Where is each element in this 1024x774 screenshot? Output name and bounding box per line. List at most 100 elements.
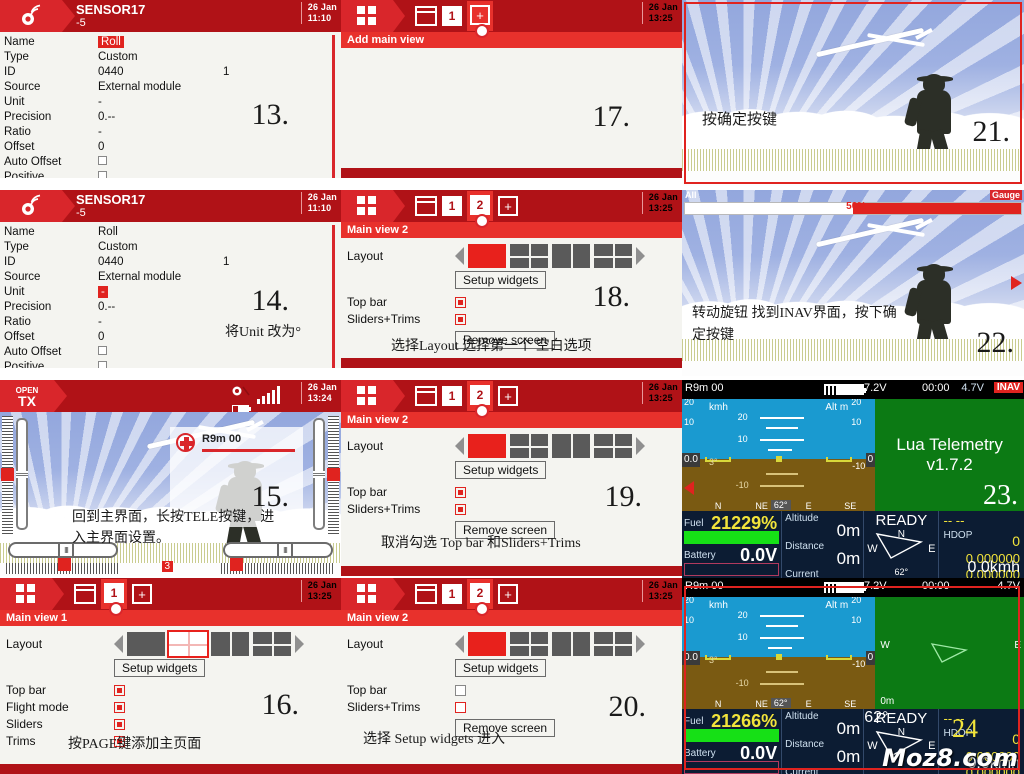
top-bar-checkbox[interactable] — [455, 685, 466, 696]
layout-picker[interactable] — [455, 632, 645, 656]
field-value[interactable]: External module — [98, 270, 223, 285]
flight-mode-checkbox[interactable] — [114, 702, 125, 713]
theme-icon[interactable] — [415, 196, 437, 216]
field-row[interactable]: Unit - — [4, 95, 341, 110]
layout-next-arrow-icon[interactable] — [636, 247, 645, 265]
field-row[interactable]: Positive — [4, 170, 341, 178]
field-value[interactable]: 0440 — [98, 255, 223, 270]
layout-next-arrow-icon[interactable] — [636, 437, 645, 455]
add-screen-button[interactable]: + — [498, 584, 518, 604]
layout-picker[interactable] — [455, 244, 645, 268]
field-row[interactable]: ID 0440 1 — [4, 255, 341, 270]
field-row[interactable]: Name Roll — [4, 35, 341, 50]
field-row[interactable]: Offset 0 — [4, 140, 341, 155]
positive-checkbox[interactable] — [98, 361, 107, 368]
sliders-trims-checkbox[interactable] — [455, 702, 466, 713]
layout-option-2col[interactable] — [552, 632, 590, 656]
layout-option-blank[interactable] — [127, 632, 165, 656]
field-row[interactable]: Type Custom — [4, 50, 341, 65]
field-row[interactable]: Name Roll — [4, 225, 341, 240]
field-row[interactable]: Source External module — [4, 270, 341, 285]
layout-next-arrow-icon[interactable] — [636, 635, 645, 653]
tab-screen-1[interactable]: 1 — [442, 386, 462, 406]
field-row[interactable]: Ratio - — [4, 125, 341, 140]
field-value[interactable]: Roll — [98, 225, 223, 240]
top-bar-checkbox[interactable] — [455, 297, 466, 308]
field-row[interactable]: ID 0440 1 — [4, 65, 341, 80]
setup-widgets-button[interactable]: Setup widgets — [455, 271, 547, 289]
next-widget-arrow-icon[interactable] — [1011, 275, 1022, 290]
left-slider-marker[interactable] — [58, 558, 71, 571]
theme-icon[interactable] — [415, 6, 437, 26]
layout-option-grid[interactable] — [594, 434, 632, 458]
layout-next-arrow-icon[interactable] — [295, 635, 304, 653]
field-value[interactable]: - — [98, 315, 223, 330]
field-value[interactable]: - — [98, 95, 223, 110]
layout-option-2col[interactable] — [211, 632, 249, 656]
field-extra[interactable]: 1 — [223, 65, 263, 80]
field-value[interactable]: External module — [98, 80, 223, 95]
layout-option-blank[interactable] — [468, 434, 506, 458]
vertical-scrollbar[interactable] — [332, 35, 335, 178]
setup-widgets-button[interactable]: Setup widgets — [455, 461, 547, 479]
tab-screen-2-selected[interactable]: 2 — [467, 381, 493, 418]
tab-screen-2-selected[interactable]: 2 — [467, 191, 493, 228]
layout-option-2x2[interactable] — [510, 244, 548, 268]
field-row[interactable]: Source External module — [4, 80, 341, 95]
layout-option-grid[interactable] — [594, 632, 632, 656]
layout-option-blank[interactable] — [468, 244, 506, 268]
sliders-trims-checkbox[interactable] — [455, 314, 466, 325]
field-row[interactable]: Precision 0.-- — [4, 110, 341, 125]
left-trim-handle[interactable] — [16, 471, 28, 478]
auto-offset-checkbox[interactable] — [98, 346, 107, 355]
layout-option-2x2-selected[interactable] — [167, 630, 209, 658]
field-value-highlight[interactable]: Roll — [98, 36, 124, 48]
tab-screen-1-selected[interactable]: 1 — [101, 579, 127, 616]
layout-prev-arrow-icon[interactable] — [455, 247, 464, 265]
setup-widgets-button[interactable]: Setup widgets — [455, 659, 547, 677]
add-widget-icon[interactable] — [176, 433, 195, 452]
layout-prev-arrow-icon[interactable] — [455, 635, 464, 653]
layout-prev-arrow-icon[interactable] — [114, 635, 123, 653]
layout-option-2col[interactable] — [552, 244, 590, 268]
top-bar-checkbox[interactable] — [455, 487, 466, 498]
field-row[interactable]: Positive — [4, 360, 341, 368]
layout-prev-arrow-icon[interactable] — [455, 437, 464, 455]
layout-option-grid[interactable] — [253, 632, 291, 656]
right-trim-marker[interactable] — [327, 468, 340, 481]
layout-option-2x2[interactable] — [510, 632, 548, 656]
field-row[interactable]: Auto Offset — [4, 345, 341, 360]
layout-option-2x2[interactable] — [510, 434, 548, 458]
field-value[interactable]: 0.-- — [98, 110, 223, 125]
right-slider-marker[interactable] — [230, 558, 243, 571]
sliders-trims-checkbox[interactable] — [455, 504, 466, 515]
field-value[interactable]: 0 — [98, 140, 223, 155]
vertical-scrollbar[interactable] — [332, 225, 335, 368]
field-value[interactable]: Custom — [98, 50, 223, 65]
layout-option-2col[interactable] — [552, 434, 590, 458]
field-row[interactable]: Unit - — [4, 285, 341, 300]
tab-screen-2-selected[interactable]: 2 — [467, 579, 493, 616]
auto-offset-checkbox[interactable] — [98, 156, 107, 165]
layout-option-blank[interactable] — [468, 632, 506, 656]
tab-screen-1[interactable]: 1 — [442, 6, 462, 26]
sliders-checkbox[interactable] — [114, 719, 125, 730]
right-slider-handle[interactable] — [277, 542, 293, 558]
layout-option-grid[interactable] — [594, 244, 632, 268]
setup-widgets-button[interactable]: Setup widgets — [114, 659, 206, 677]
tab-screen-1[interactable]: 1 — [442, 196, 462, 216]
field-value[interactable]: 0 — [98, 330, 223, 345]
field-value[interactable]: Custom — [98, 240, 223, 255]
unit-value-highlight[interactable]: - — [98, 286, 108, 298]
field-value[interactable]: 0.-- — [98, 300, 223, 315]
field-row[interactable]: Auto Offset — [4, 155, 341, 170]
tab-screen-1[interactable]: 1 — [442, 584, 462, 604]
add-screen-button[interactable]: + — [132, 584, 152, 604]
right-trim-handle[interactable] — [313, 471, 325, 478]
field-extra[interactable]: 1 — [223, 255, 263, 270]
field-value[interactable]: 0440 — [98, 65, 223, 80]
field-row[interactable]: Precision 0.-- — [4, 300, 341, 315]
theme-icon[interactable] — [415, 386, 437, 406]
add-screen-button[interactable]: + — [498, 386, 518, 406]
field-value[interactable]: - — [98, 125, 223, 140]
